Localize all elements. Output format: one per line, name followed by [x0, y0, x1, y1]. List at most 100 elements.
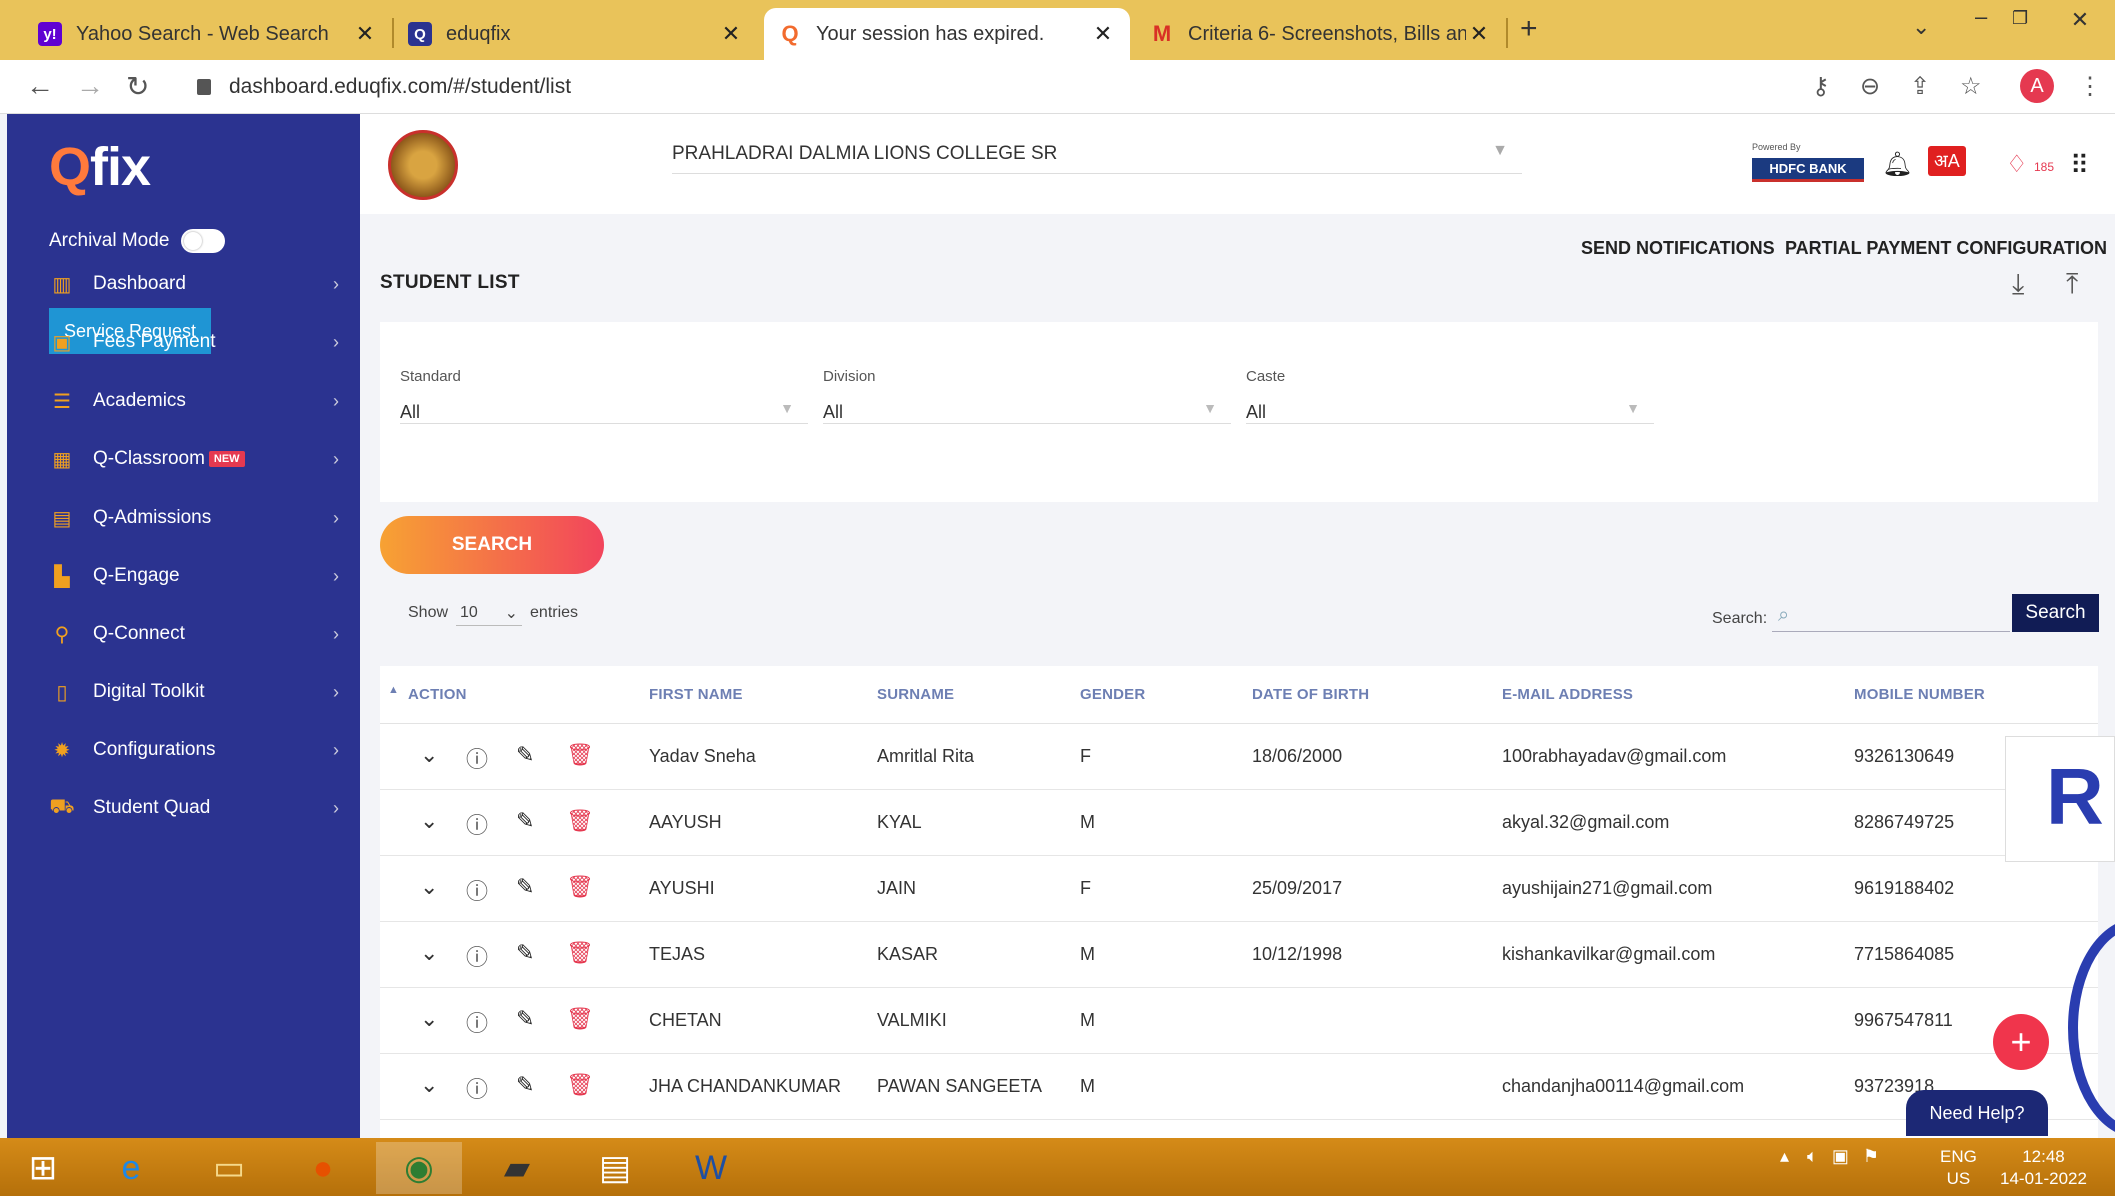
- delete-icon[interactable]: 🗑︎: [566, 940, 594, 966]
- expand-row-icon[interactable]: ⌄: [420, 940, 438, 966]
- zoom-icon[interactable]: ⊖: [1860, 72, 1880, 101]
- sidebar-item-q-connect[interactable]: ⚲ Q-Connect ›: [49, 614, 349, 654]
- edit-icon[interactable]: ✎: [516, 940, 534, 966]
- info-icon[interactable]: ⓘ: [466, 874, 488, 906]
- upload-icon[interactable]: ⤒: [2066, 268, 2078, 301]
- key-icon[interactable]: ⚷: [1812, 72, 1830, 101]
- add-fab-button[interactable]: +: [1993, 1014, 2049, 1070]
- sidebar-item-dashboard[interactable]: ▥ Dashboard ›: [49, 264, 349, 304]
- sort-asc-icon[interactable]: ▲: [388, 684, 399, 696]
- partial-payment-configuration-link[interactable]: PARTIAL PAYMENT CONFIGURATION: [1785, 238, 2107, 259]
- language-icon[interactable]: अA: [1928, 146, 1966, 176]
- info-icon[interactable]: ⓘ: [466, 940, 488, 972]
- maximize-icon[interactable]: ❐: [2012, 8, 2028, 29]
- col-gender[interactable]: GENDER: [1080, 686, 1145, 703]
- sidebar-item-q-classroom[interactable]: ▦ Q-Classroom NEW ›: [49, 439, 349, 479]
- sidebar-item-digital-toolkit[interactable]: ▯ Digital Toolkit ›: [49, 672, 349, 712]
- expand-row-icon[interactable]: ⌄: [420, 742, 438, 768]
- sidebar-item-configurations[interactable]: ✹ Configurations ›: [49, 730, 349, 770]
- filter-search-button[interactable]: SEARCH: [380, 516, 604, 574]
- windows-start-icon[interactable]: ⊞: [0, 1142, 86, 1194]
- tray-up-arrow-icon[interactable]: ▴: [1780, 1146, 1789, 1167]
- sidebar-item-q-admissions[interactable]: ▤ Q-Admissions ›: [49, 498, 349, 538]
- share-icon[interactable]: ⇪: [1910, 72, 1930, 101]
- college-selector[interactable]: PRAHLADRAI DALMIA LIONS COLLEGE SR ▼: [672, 134, 1522, 174]
- reload-icon[interactable]: ↻: [126, 70, 149, 103]
- tab-eduqfix[interactable]: Q eduqfix ✕: [394, 8, 758, 60]
- qfix-logo[interactable]: Qfix: [49, 136, 151, 198]
- delete-icon[interactable]: 🗑︎: [566, 742, 594, 768]
- need-help-button[interactable]: Need Help?: [1906, 1090, 2048, 1136]
- delete-icon[interactable]: 🗑︎: [566, 874, 594, 900]
- speaker-icon[interactable]: 🔈︎: [1807, 1146, 1818, 1167]
- word-icon[interactable]: W: [668, 1142, 754, 1194]
- col-mobile[interactable]: MOBILE NUMBER: [1854, 686, 1985, 703]
- close-tab-icon[interactable]: ✕: [352, 21, 378, 47]
- standard-select[interactable]: Standard All ▼: [400, 368, 808, 424]
- network-icon[interactable]: ▣: [1832, 1146, 1849, 1167]
- bell-icon[interactable]: 🔔︎: [1882, 150, 1912, 179]
- expand-row-icon[interactable]: ⌄: [420, 808, 438, 834]
- table-search-input[interactable]: [1772, 598, 2010, 632]
- close-tab-icon[interactable]: ✕: [718, 21, 744, 47]
- col-email[interactable]: E-MAIL ADDRESS: [1502, 686, 1633, 703]
- minimize-icon[interactable]: –: [1975, 4, 1987, 30]
- tab-gmail[interactable]: M Criteria 6- Screenshots, Bills and ✕: [1136, 8, 1506, 60]
- file-explorer-icon[interactable]: ▭: [186, 1142, 272, 1194]
- chrome-icon[interactable]: ◉: [376, 1142, 462, 1194]
- delete-icon[interactable]: 🗑︎: [566, 1072, 594, 1098]
- bookmark-star-icon[interactable]: ☆: [1960, 72, 1982, 101]
- info-icon[interactable]: ⓘ: [466, 742, 488, 774]
- sidebar-item-student-quad[interactable]: ⛟ Student Quad ›: [49, 788, 349, 828]
- forward-icon[interactable]: →: [76, 70, 104, 102]
- col-date-of-birth[interactable]: DATE OF BIRTH: [1252, 686, 1369, 703]
- col-surname[interactable]: SURNAME: [877, 686, 954, 703]
- browser-menu-icon[interactable]: ⋮: [2078, 72, 2102, 101]
- college-crest-logo: [388, 130, 458, 200]
- caste-select[interactable]: Caste All ▼: [1246, 368, 1654, 424]
- expand-row-icon[interactable]: ⌄: [420, 874, 438, 900]
- download-icon[interactable]: ⤓: [2012, 268, 2024, 301]
- edit-icon[interactable]: ✎: [516, 874, 534, 900]
- scanner-icon[interactable]: ▰: [474, 1142, 560, 1194]
- internet-explorer-icon[interactable]: e: [88, 1142, 174, 1194]
- clock[interactable]: 12:48 14-01-2022: [2000, 1146, 2087, 1190]
- sidebar-item-academics[interactable]: ☰ Academics ›: [49, 381, 349, 421]
- archival-toggle[interactable]: [181, 229, 226, 253]
- info-icon[interactable]: ⓘ: [466, 1072, 488, 1104]
- language-indicator[interactable]: ENG US: [1940, 1146, 1977, 1190]
- profile-avatar[interactable]: A: [2020, 69, 2054, 103]
- tab-search-icon[interactable]: ⌄: [1912, 14, 1930, 40]
- delete-icon[interactable]: 🗑︎: [566, 808, 594, 834]
- division-select[interactable]: Division All ▼: [823, 368, 1231, 424]
- expand-row-icon[interactable]: ⌄: [420, 1072, 438, 1098]
- url-field[interactable]: dashboard.eduqfix.com/#/student/list: [175, 68, 1795, 106]
- close-tab-icon[interactable]: ✕: [1466, 21, 1492, 47]
- sidebar-item-fees-payment[interactable]: ▣ Fees Payment ›: [49, 322, 349, 362]
- edit-icon[interactable]: ✎: [516, 742, 534, 768]
- tally-erp-icon[interactable]: ▤: [572, 1142, 658, 1194]
- tab-yahoo[interactable]: y! Yahoo Search - Web Search ✕: [24, 8, 392, 60]
- edit-icon[interactable]: ✎: [516, 808, 534, 834]
- firefox-icon[interactable]: ●: [280, 1142, 366, 1194]
- col-first-name[interactable]: FIRST NAME: [649, 686, 743, 703]
- delete-icon[interactable]: 🗑︎: [566, 1006, 594, 1032]
- notification-icon[interactable]: ♢: [2006, 150, 2028, 179]
- apps-grid-icon[interactable]: ⠿: [2070, 150, 2089, 181]
- close-window-icon[interactable]: ✕: [2045, 0, 2115, 40]
- send-notifications-link[interactable]: SEND NOTIFICATIONS: [1581, 238, 1775, 259]
- info-icon[interactable]: ⓘ: [466, 1006, 488, 1038]
- close-tab-icon[interactable]: ✕: [1090, 21, 1116, 47]
- back-icon[interactable]: ←: [26, 70, 54, 102]
- flag-icon[interactable]: ⚑: [1863, 1146, 1879, 1167]
- edit-icon[interactable]: ✎: [516, 1006, 534, 1032]
- entries-select[interactable]: 10 ⌄: [456, 600, 523, 626]
- col-action[interactable]: ACTION: [408, 686, 467, 703]
- sidebar-item-q-engage[interactable]: ▙ Q-Engage ›: [49, 556, 349, 596]
- edit-icon[interactable]: ✎: [516, 1072, 534, 1098]
- info-icon[interactable]: ⓘ: [466, 808, 488, 840]
- expand-row-icon[interactable]: ⌄: [420, 1006, 438, 1032]
- tab-session-expired[interactable]: Q Your session has expired. ✕: [764, 8, 1130, 60]
- table-search-button[interactable]: Search: [2012, 594, 2099, 632]
- new-tab-button[interactable]: +: [1520, 12, 1538, 46]
